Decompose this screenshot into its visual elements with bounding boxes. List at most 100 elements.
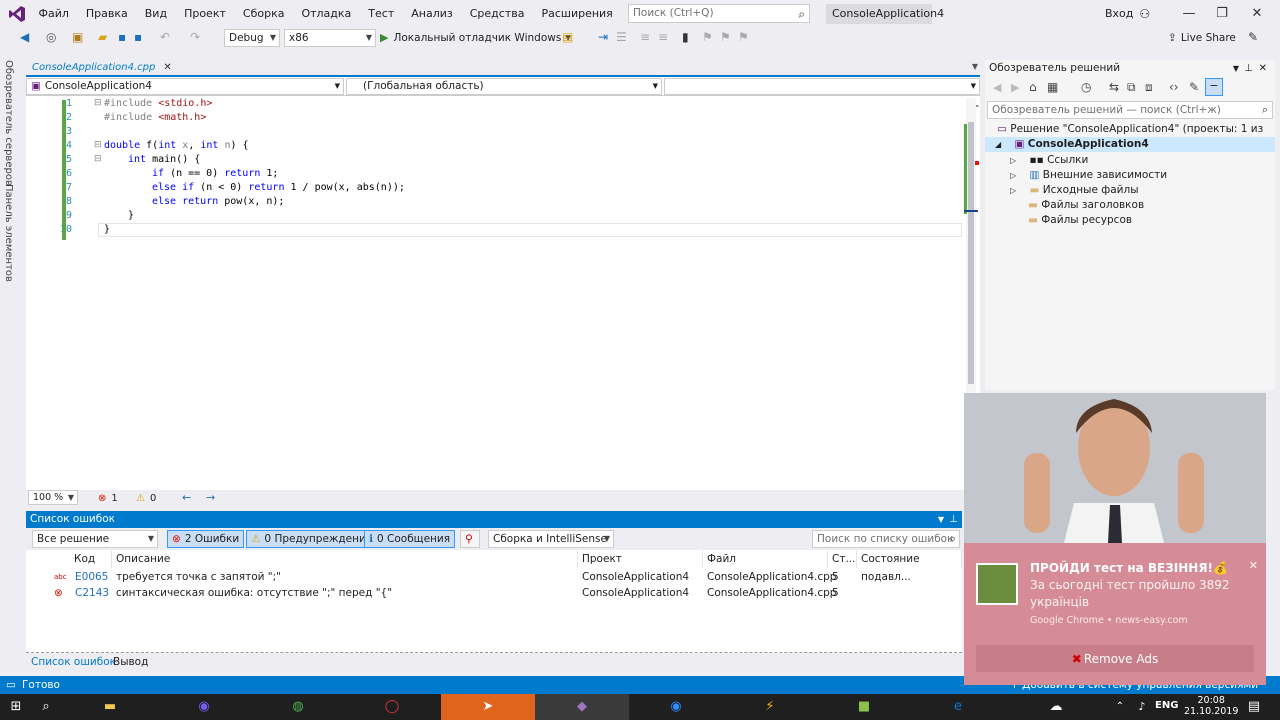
warnings-filter-button[interactable]: ⚠ 0 Предупреждения: [246, 530, 378, 548]
minimize-icon[interactable]: —: [1172, 0, 1206, 28]
clear-bookmark-icon[interactable]: ⚑: [738, 30, 749, 44]
show-all-files-icon[interactable]: ⧈: [1145, 80, 1153, 95]
close-tab-icon[interactable]: ✕: [163, 60, 171, 75]
collapse-icon[interactable]: ⊟: [94, 140, 102, 150]
comment-icon[interactable]: ≡: [640, 30, 650, 44]
app-icon[interactable]: ⚡: [760, 697, 780, 717]
column-header-code[interactable]: Код: [70, 550, 112, 568]
onedrive-icon[interactable]: ☁: [1046, 697, 1066, 717]
platform-select[interactable]: x86 ▼: [284, 29, 376, 47]
zoom-select[interactable]: 100 % ▼: [28, 490, 78, 505]
menu-tools[interactable]: Средства: [461, 0, 533, 28]
forward-icon[interactable]: ▶: [1011, 81, 1019, 94]
remove-ads-button[interactable]: ✖ Remove Ads: [976, 645, 1254, 672]
chrome-icon[interactable]: ◍: [288, 697, 308, 717]
menu-analyze[interactable]: Анализ: [403, 0, 462, 28]
build-scope-select[interactable]: Сборка и IntelliSense ▼: [488, 530, 614, 548]
indent-icon[interactable]: ☰: [616, 30, 627, 44]
scope-filter-select[interactable]: Все решение ▼: [32, 530, 158, 548]
menu-extensions[interactable]: Расширения: [533, 0, 621, 28]
viber-icon[interactable]: ◉: [194, 697, 214, 717]
step-icon[interactable]: ⇥: [598, 30, 608, 44]
menu-file[interactable]: Файл: [30, 0, 77, 28]
filter-icon[interactable]: ⚲: [460, 530, 480, 548]
solution-explorer-search-input[interactable]: Обозреватель решений — поиск (Ctrl+ж) ⌕: [987, 101, 1273, 119]
toolbox-tab[interactable]: Панель элементов: [3, 184, 14, 282]
next-bookmark-icon[interactable]: ⚑: [720, 30, 731, 44]
menu-view[interactable]: Вид: [136, 0, 175, 28]
tab-consoleapplication4-cpp[interactable]: ConsoleApplication4.cpp ✕: [26, 60, 178, 75]
tree-item-header-files[interactable]: ▬ Файлы заголовков: [1028, 198, 1144, 213]
pin-icon[interactable]: ⊥: [949, 511, 958, 528]
column-header-project[interactable]: Проект: [578, 550, 703, 568]
panel-menu-icon[interactable]: ▼: [938, 511, 944, 528]
maximize-icon[interactable]: ❐: [1205, 0, 1239, 28]
back-icon[interactable]: ◀: [993, 81, 1001, 94]
visual-studio-taskbar-button[interactable]: ◆: [535, 694, 629, 720]
edge-icon[interactable]: e: [948, 697, 968, 717]
server-explorer-tab[interactable]: Обозреватель серверов: [3, 60, 14, 186]
code-view-icon[interactable]: ‹›: [1169, 80, 1179, 94]
collapse-icon[interactable]: ⊟: [94, 98, 102, 108]
tree-item-source-files[interactable]: ▷ ▬ Исходные файлы: [1010, 183, 1138, 198]
home-icon[interactable]: ⌂: [1029, 80, 1037, 94]
tree-item-resource-files[interactable]: ▬ Файлы ресурсов: [1028, 213, 1132, 228]
collapse-all-icon[interactable]: ⧉: [1127, 80, 1136, 95]
pending-changes-icon[interactable]: ◷: [1081, 80, 1091, 94]
tree-item-solution[interactable]: ▭ Решение "ConsoleApplication4" (проекты…: [997, 122, 1275, 150]
minecraft-icon[interactable]: ■: [854, 697, 874, 717]
menu-build[interactable]: Сборка: [234, 0, 293, 28]
table-row[interactable]: abc E0065 требуется точка с запятой ";" …: [26, 569, 962, 585]
windows-start-icon[interactable]: ⊞: [6, 697, 26, 717]
language-indicator[interactable]: ENG: [1155, 700, 1178, 711]
warning-count-indicator[interactable]: ⚠ 0: [136, 490, 156, 506]
close-icon[interactable]: ✕: [1249, 559, 1258, 572]
quick-launch-search-input[interactable]: Поиск (Ctrl+Q) ⌕: [628, 4, 810, 23]
next-issue-icon[interactable]: →: [206, 491, 215, 504]
menu-test[interactable]: Тест: [360, 0, 403, 28]
open-folder-icon[interactable]: ▰: [98, 30, 107, 44]
member-dropdown[interactable]: ▼: [664, 78, 980, 95]
table-row[interactable]: ⊗ C2143 синтаксическая ошибка: отсутстви…: [26, 585, 962, 601]
zoom-icon[interactable]: ◉: [666, 697, 686, 717]
tab-error-list[interactable]: Список ошибок: [31, 656, 116, 668]
tree-item-references[interactable]: ▷ ▪▪ Ссылки: [1010, 153, 1088, 168]
file-explorer-icon[interactable]: ▬: [100, 697, 120, 717]
collapse-icon[interactable]: ⊟: [94, 154, 102, 164]
configuration-select[interactable]: Debug ▼: [224, 29, 280, 47]
save-all-icon[interactable]: ▪: [134, 30, 142, 44]
search-icon[interactable]: ⌕: [36, 697, 56, 717]
telegram-taskbar-button[interactable]: ➤: [441, 694, 535, 720]
opera-icon[interactable]: ◯: [382, 697, 402, 717]
previous-issue-icon[interactable]: ←: [182, 491, 191, 504]
start-debugging-button[interactable]: ▶ Локальный отладчик Windows ▼: [380, 29, 571, 47]
messages-filter-button[interactable]: ℹ 0 Сообщения: [364, 530, 456, 548]
pin-icon[interactable]: ⊥: [1244, 60, 1253, 77]
back-icon[interactable]: ◀: [20, 30, 29, 44]
chrome-notification[interactable]: ПРОЙДИ тест на ВЕЗІННЯ!💰 За сьогодні тес…: [964, 393, 1266, 685]
bookmark-icon[interactable]: ▮: [682, 30, 689, 44]
properties-icon[interactable]: ✎: [1189, 80, 1199, 94]
panel-menu-icon[interactable]: ▼: [1233, 60, 1239, 77]
menu-debug[interactable]: Отладка: [293, 0, 360, 28]
save-icon[interactable]: ▪: [118, 30, 126, 44]
error-code-link[interactable]: C2143: [75, 585, 109, 601]
new-project-icon[interactable]: ▣: [72, 30, 83, 44]
forward-icon[interactable]: ◎: [46, 30, 56, 44]
menu-project[interactable]: Проект: [176, 0, 235, 28]
switch-views-icon[interactable]: ▦: [1047, 80, 1058, 94]
scope-dropdown[interactable]: (Глобальная область) ▼: [346, 78, 662, 95]
feedback-icon[interactable]: ✎: [1248, 30, 1258, 44]
uncomment-icon[interactable]: ≡: [658, 30, 668, 44]
volume-icon[interactable]: ♪: [1132, 697, 1152, 717]
login-button[interactable]: Вход ⚇: [1105, 0, 1150, 28]
tray-arrow-icon[interactable]: ⌃: [1110, 697, 1130, 717]
clock[interactable]: 20:08 21.10.2019: [1184, 695, 1238, 717]
menu-edit[interactable]: Правка: [77, 0, 136, 28]
sync-icon[interactable]: ⇆: [1109, 80, 1119, 94]
tab-output[interactable]: Вывод: [113, 656, 148, 668]
column-header-file[interactable]: Файл: [703, 550, 828, 568]
prev-bookmark-icon[interactable]: ⚑: [702, 30, 713, 44]
close-icon[interactable]: ✕: [1240, 0, 1274, 28]
error-list-search-input[interactable]: Поиск по списку ошибок ⌕: [812, 530, 960, 548]
